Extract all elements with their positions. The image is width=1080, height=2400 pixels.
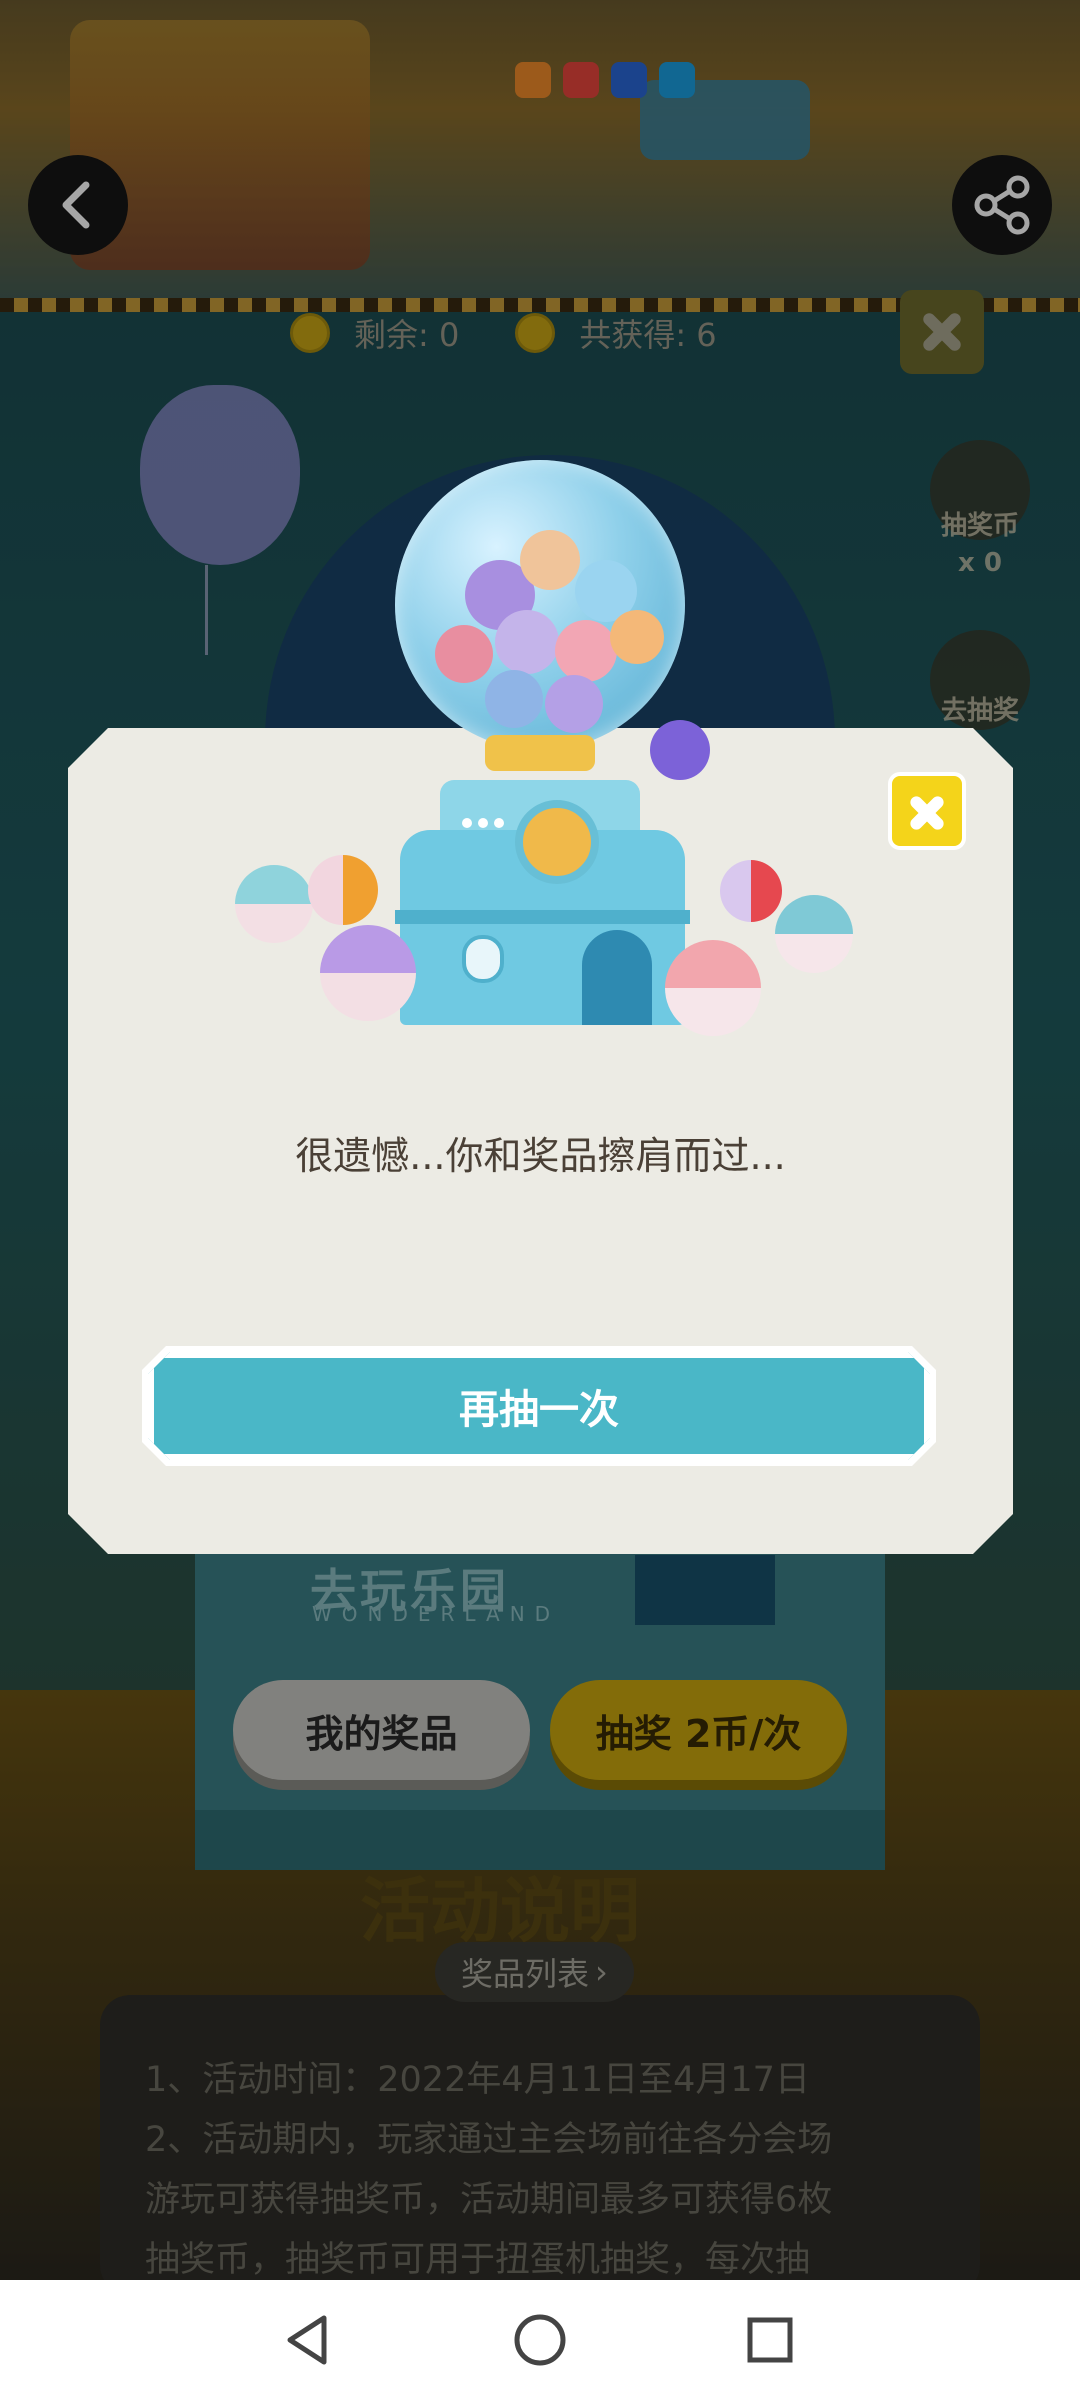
planet-decor (650, 720, 710, 780)
capsule-ball (555, 620, 617, 682)
nav-back-button[interactable] (268, 2300, 348, 2380)
capsule-ball (435, 625, 493, 683)
retry-button[interactable]: 再抽一次 (148, 1352, 930, 1460)
machine-lights (462, 818, 504, 828)
capsule-ball (485, 670, 543, 728)
gashapon-globe (395, 460, 685, 750)
capsule-ball (610, 610, 664, 664)
machine-lock (462, 935, 504, 983)
machine-door (582, 930, 652, 1025)
capsule-decor (720, 860, 782, 922)
capsule-decor (775, 895, 853, 973)
capsule-decor (665, 940, 761, 1036)
modal-close-button[interactable] (888, 772, 966, 850)
nav-recents-icon (747, 2317, 793, 2363)
nav-home-icon (514, 2314, 566, 2366)
capsule-decor (308, 855, 378, 925)
capsule-ball (545, 675, 603, 733)
result-message: 很遗憾...你和奖品擦肩而过... (295, 1134, 786, 1178)
nav-recents-button[interactable] (730, 2300, 810, 2380)
capsule-ball (520, 530, 580, 590)
nav-home-button[interactable] (500, 2300, 580, 2380)
capsule-decor (235, 865, 313, 943)
machine-coin-slot (515, 800, 599, 884)
capsule-ball (495, 610, 559, 674)
machine-rim (395, 910, 690, 924)
capsule-decor (320, 925, 416, 1021)
machine-neck (485, 735, 595, 771)
nav-back-icon (287, 2315, 327, 2365)
